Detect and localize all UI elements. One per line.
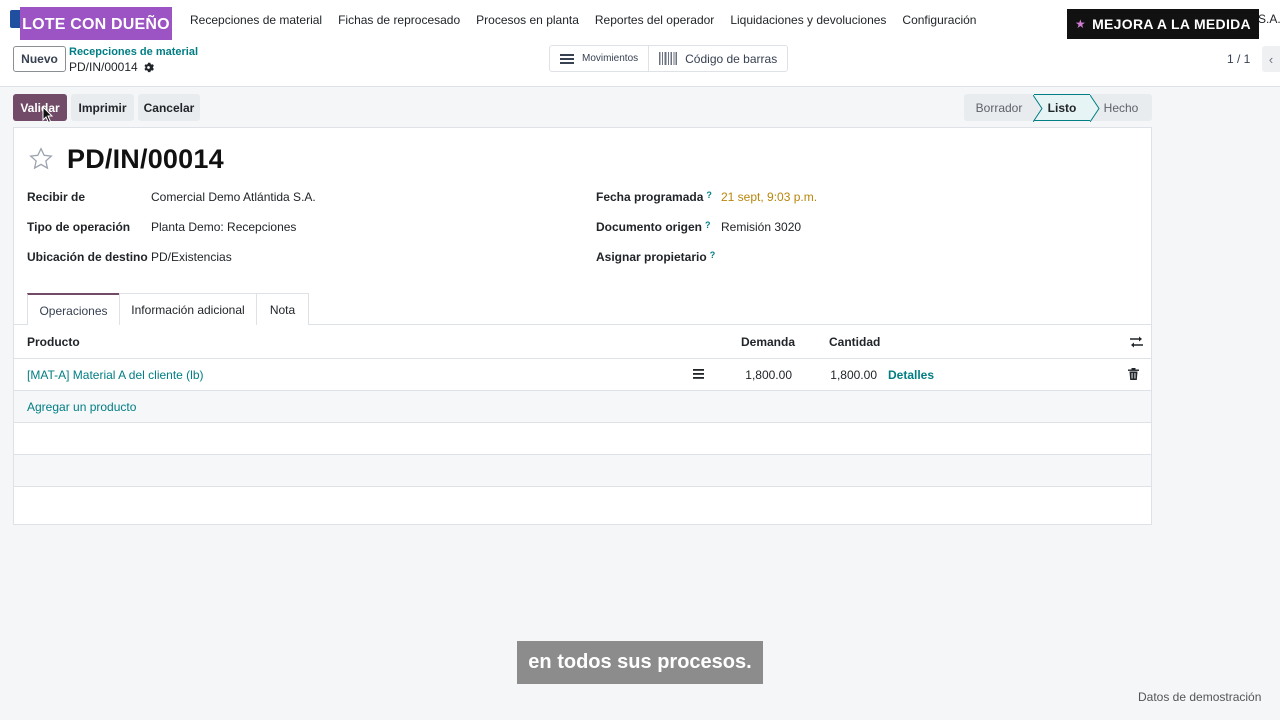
empty-row bbox=[14, 487, 1151, 519]
field-destination[interactable]: PD/Existencias bbox=[151, 250, 232, 264]
status-stage-draft[interactable]: Borrador bbox=[964, 94, 1034, 121]
field-origin[interactable]: Remisión 3020 bbox=[721, 220, 801, 234]
field-label-owner-text: Asignar propietario bbox=[596, 250, 707, 264]
moves-label: Movimientos bbox=[582, 53, 639, 64]
gear-icon[interactable] bbox=[143, 62, 154, 73]
optional-columns-icon[interactable] bbox=[1130, 336, 1143, 348]
menu-item-recepciones[interactable]: Recepciones de material bbox=[182, 13, 330, 27]
help-icon[interactable]: ? bbox=[710, 250, 716, 260]
form-sheet: PD/IN/00014 Recibir de Comercial Demo At… bbox=[13, 127, 1152, 525]
breadcrumb-parent[interactable]: Recepciones de material bbox=[69, 46, 198, 58]
video-tag-badge: ★ MEJORA A LA MEDIDA bbox=[1067, 9, 1259, 39]
field-partner[interactable]: Comercial Demo Atlántida S.A. bbox=[151, 190, 316, 204]
barcode-icon bbox=[659, 52, 678, 65]
control-panel: Nuevo Recepciones de material PD/IN/0001… bbox=[0, 40, 1280, 87]
column-product[interactable]: Producto bbox=[27, 335, 80, 349]
star-icon: ★ bbox=[1075, 17, 1087, 31]
column-demand[interactable]: Demanda bbox=[741, 335, 795, 349]
company-switcher[interactable]: S.A. bbox=[1258, 12, 1280, 26]
print-button[interactable]: Imprimir bbox=[71, 94, 134, 121]
field-label-destination: Ubicación de destino bbox=[27, 250, 148, 264]
table-header: Producto Demanda Cantidad bbox=[14, 325, 1151, 359]
field-label-origin: Documento origen? bbox=[596, 220, 711, 234]
detailed-operations-icon[interactable] bbox=[693, 369, 704, 379]
add-line-row: Agregar un producto bbox=[14, 391, 1151, 423]
empty-row bbox=[14, 455, 1151, 487]
pager-previous-button[interactable]: ‹ bbox=[1262, 46, 1280, 72]
video-title-badge: LOTE CON DUEÑO bbox=[20, 7, 172, 42]
video-subtitle: en todos sus procesos. bbox=[517, 641, 763, 684]
cell-demand: 1,800.00 bbox=[745, 368, 792, 382]
column-quantity[interactable]: Cantidad bbox=[829, 335, 880, 349]
barcode-label: Código de barras bbox=[685, 51, 778, 66]
list-icon bbox=[560, 53, 574, 64]
cell-product[interactable]: [MAT-A] Material A del cliente (lb) bbox=[27, 368, 204, 382]
table-row[interactable]: [MAT-A] Material A del cliente (lb) 1,80… bbox=[14, 359, 1151, 391]
menu-item-procesos[interactable]: Procesos en planta bbox=[468, 13, 587, 27]
help-icon[interactable]: ? bbox=[706, 190, 712, 200]
tab-operations[interactable]: Operaciones bbox=[27, 293, 120, 326]
menu-item-configuracion[interactable]: Configuración bbox=[894, 13, 984, 27]
breadcrumb-current-label: PD/IN/00014 bbox=[69, 60, 138, 74]
favorite-star-icon[interactable] bbox=[28, 146, 54, 172]
trash-icon[interactable] bbox=[1128, 368, 1139, 380]
mouse-cursor-icon bbox=[42, 106, 54, 124]
field-scheduled-date[interactable]: 21 sept, 9:03 p.m. bbox=[721, 190, 817, 204]
field-label-owner: Asignar propietario? bbox=[596, 250, 715, 264]
menu-item-reportes[interactable]: Reportes del operador bbox=[587, 13, 722, 27]
cell-quantity[interactable]: 1,800.00 bbox=[830, 368, 877, 382]
barcode-button[interactable]: Código de barras bbox=[648, 46, 787, 71]
new-button[interactable]: Nuevo bbox=[13, 46, 66, 72]
status-bar: Borrador Listo Hecho bbox=[964, 94, 1152, 122]
field-label-origin-text: Documento origen bbox=[596, 220, 703, 234]
help-icon[interactable]: ? bbox=[705, 220, 711, 230]
main-menu: Recepciones de material Fichas de reproc… bbox=[182, 0, 984, 40]
menu-item-liquidaciones[interactable]: Liquidaciones y devoluciones bbox=[722, 13, 894, 27]
chevron-left-icon: ‹ bbox=[1268, 51, 1274, 67]
details-button[interactable]: Detalles bbox=[888, 368, 934, 382]
notebook-tabs: Operaciones Información adicional Nota bbox=[14, 293, 1151, 326]
demo-data-watermark: Datos de demostración bbox=[1138, 690, 1262, 704]
status-stage-ready-label: Listo bbox=[1047, 100, 1077, 115]
tab-note[interactable]: Nota bbox=[256, 293, 309, 325]
record-title: PD/IN/00014 bbox=[67, 144, 224, 174]
cancel-button[interactable]: Cancelar bbox=[138, 94, 200, 121]
moves-button[interactable]: Movimientos bbox=[550, 46, 648, 71]
chevron-right-icon bbox=[1090, 95, 1100, 122]
field-operation-type[interactable]: Planta Demo: Recepciones bbox=[151, 220, 296, 234]
field-label-operation-type: Tipo de operación bbox=[27, 220, 131, 234]
chevron-right-icon bbox=[1033, 95, 1043, 122]
video-tag-label: MEJORA A LA MEDIDA bbox=[1092, 16, 1251, 32]
field-label-scheduled-date-text: Fecha programada bbox=[596, 190, 704, 204]
field-label-scheduled-date: Fecha programada? bbox=[596, 190, 712, 204]
tab-additional-info[interactable]: Información adicional bbox=[119, 293, 257, 325]
menu-item-fichas[interactable]: Fichas de reprocesado bbox=[330, 13, 468, 27]
view-buttons: Movimientos Código de barras bbox=[549, 45, 789, 72]
add-product-link[interactable]: Agregar un producto bbox=[27, 400, 136, 414]
pager-value[interactable]: 1 / 1 bbox=[1227, 52, 1250, 66]
breadcrumb-current: PD/IN/00014 bbox=[69, 60, 154, 74]
empty-row bbox=[14, 423, 1151, 455]
status-stage-ready[interactable]: Listo bbox=[1033, 94, 1100, 122]
validate-button[interactable]: Validar bbox=[13, 94, 67, 121]
field-label-partner: Recibir de bbox=[27, 190, 86, 204]
